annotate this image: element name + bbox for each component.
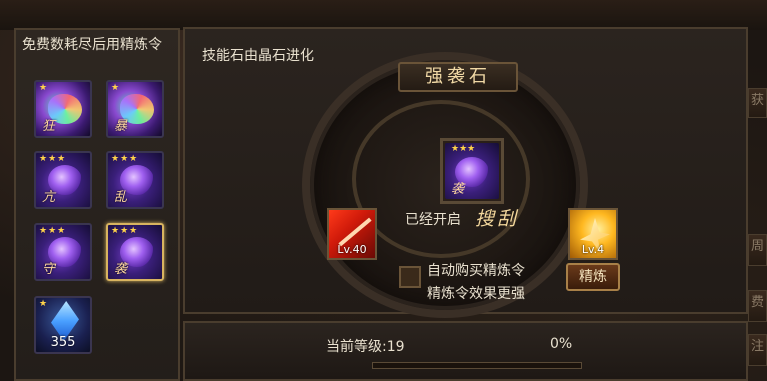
gem-stars: ★★★ [111, 226, 139, 236]
level-bar [183, 321, 748, 381]
gem-slot-6-selected[interactable]: ★★★ 袭 [106, 223, 164, 281]
gem-glyph: 乱 [114, 190, 128, 205]
gem-slot-5[interactable]: ★★★ 守 [34, 223, 92, 281]
current-level: 当前等级:19 [326, 339, 405, 355]
stone-name-banner: 强袭石 [398, 62, 518, 92]
gem-stars: ★ [111, 83, 121, 93]
top-band [0, 0, 767, 30]
gem-stars: ★★★ [111, 154, 139, 164]
refine-button[interactable]: 精炼 [566, 263, 620, 291]
effect-note: 精炼令效果更强 [427, 286, 525, 302]
gem-stars: ★★★ [451, 144, 476, 154]
gem-glyph: 袭 [114, 262, 128, 277]
gem-glyph: 袭 [451, 182, 465, 197]
skill-level-right: Lv.4 [581, 243, 605, 256]
crystal-count: 355 [50, 335, 76, 350]
opened-label: 已经开启 [405, 212, 461, 228]
gem-glyph: 狂 [42, 119, 56, 134]
auto-buy-checkbox[interactable] [399, 266, 421, 288]
skill-level-left: Lv.40 [337, 243, 367, 256]
progress-percent: 0% [550, 336, 573, 352]
gem-stars: ★★★ [39, 226, 67, 236]
side-tab-3[interactable]: 费 [748, 290, 767, 322]
gem-glyph: 守 [42, 262, 56, 277]
center-gem[interactable]: ★★★ 袭 [445, 143, 499, 199]
gem-slot-3[interactable]: ★★★ 亢 [34, 151, 92, 209]
progress-bar [372, 362, 582, 369]
gem-slot-1[interactable]: ★ 狂 [34, 80, 92, 138]
gem-panel-title: 免费数耗尽后用精炼令 [22, 37, 162, 53]
skill-icon-left[interactable]: Lv.40 [327, 208, 377, 260]
gem-stars: ★ [39, 83, 49, 93]
side-tab-2[interactable]: 周 [748, 234, 767, 266]
crystal-slot[interactable]: ★ 355 [34, 296, 92, 354]
side-tab-1[interactable]: 获 [748, 88, 767, 118]
skill-icon-right[interactable]: Lv.4 [568, 208, 618, 260]
gem-stars: ★ [39, 299, 49, 309]
gem-slot-4[interactable]: ★★★ 乱 [106, 151, 164, 209]
gem-glyph: 暴 [114, 119, 128, 134]
upgrade-description: 技能石由晶石进化 [202, 48, 314, 64]
opened-skill-name: 搜刮 [475, 208, 520, 230]
side-tab-4[interactable]: 注 [748, 334, 767, 366]
gem-glyph: 亢 [42, 190, 56, 205]
gem-stars: ★★★ [39, 154, 67, 164]
gem-slot-2[interactable]: ★ 暴 [106, 80, 164, 138]
auto-buy-label: 自动购买精炼令 [427, 263, 525, 279]
